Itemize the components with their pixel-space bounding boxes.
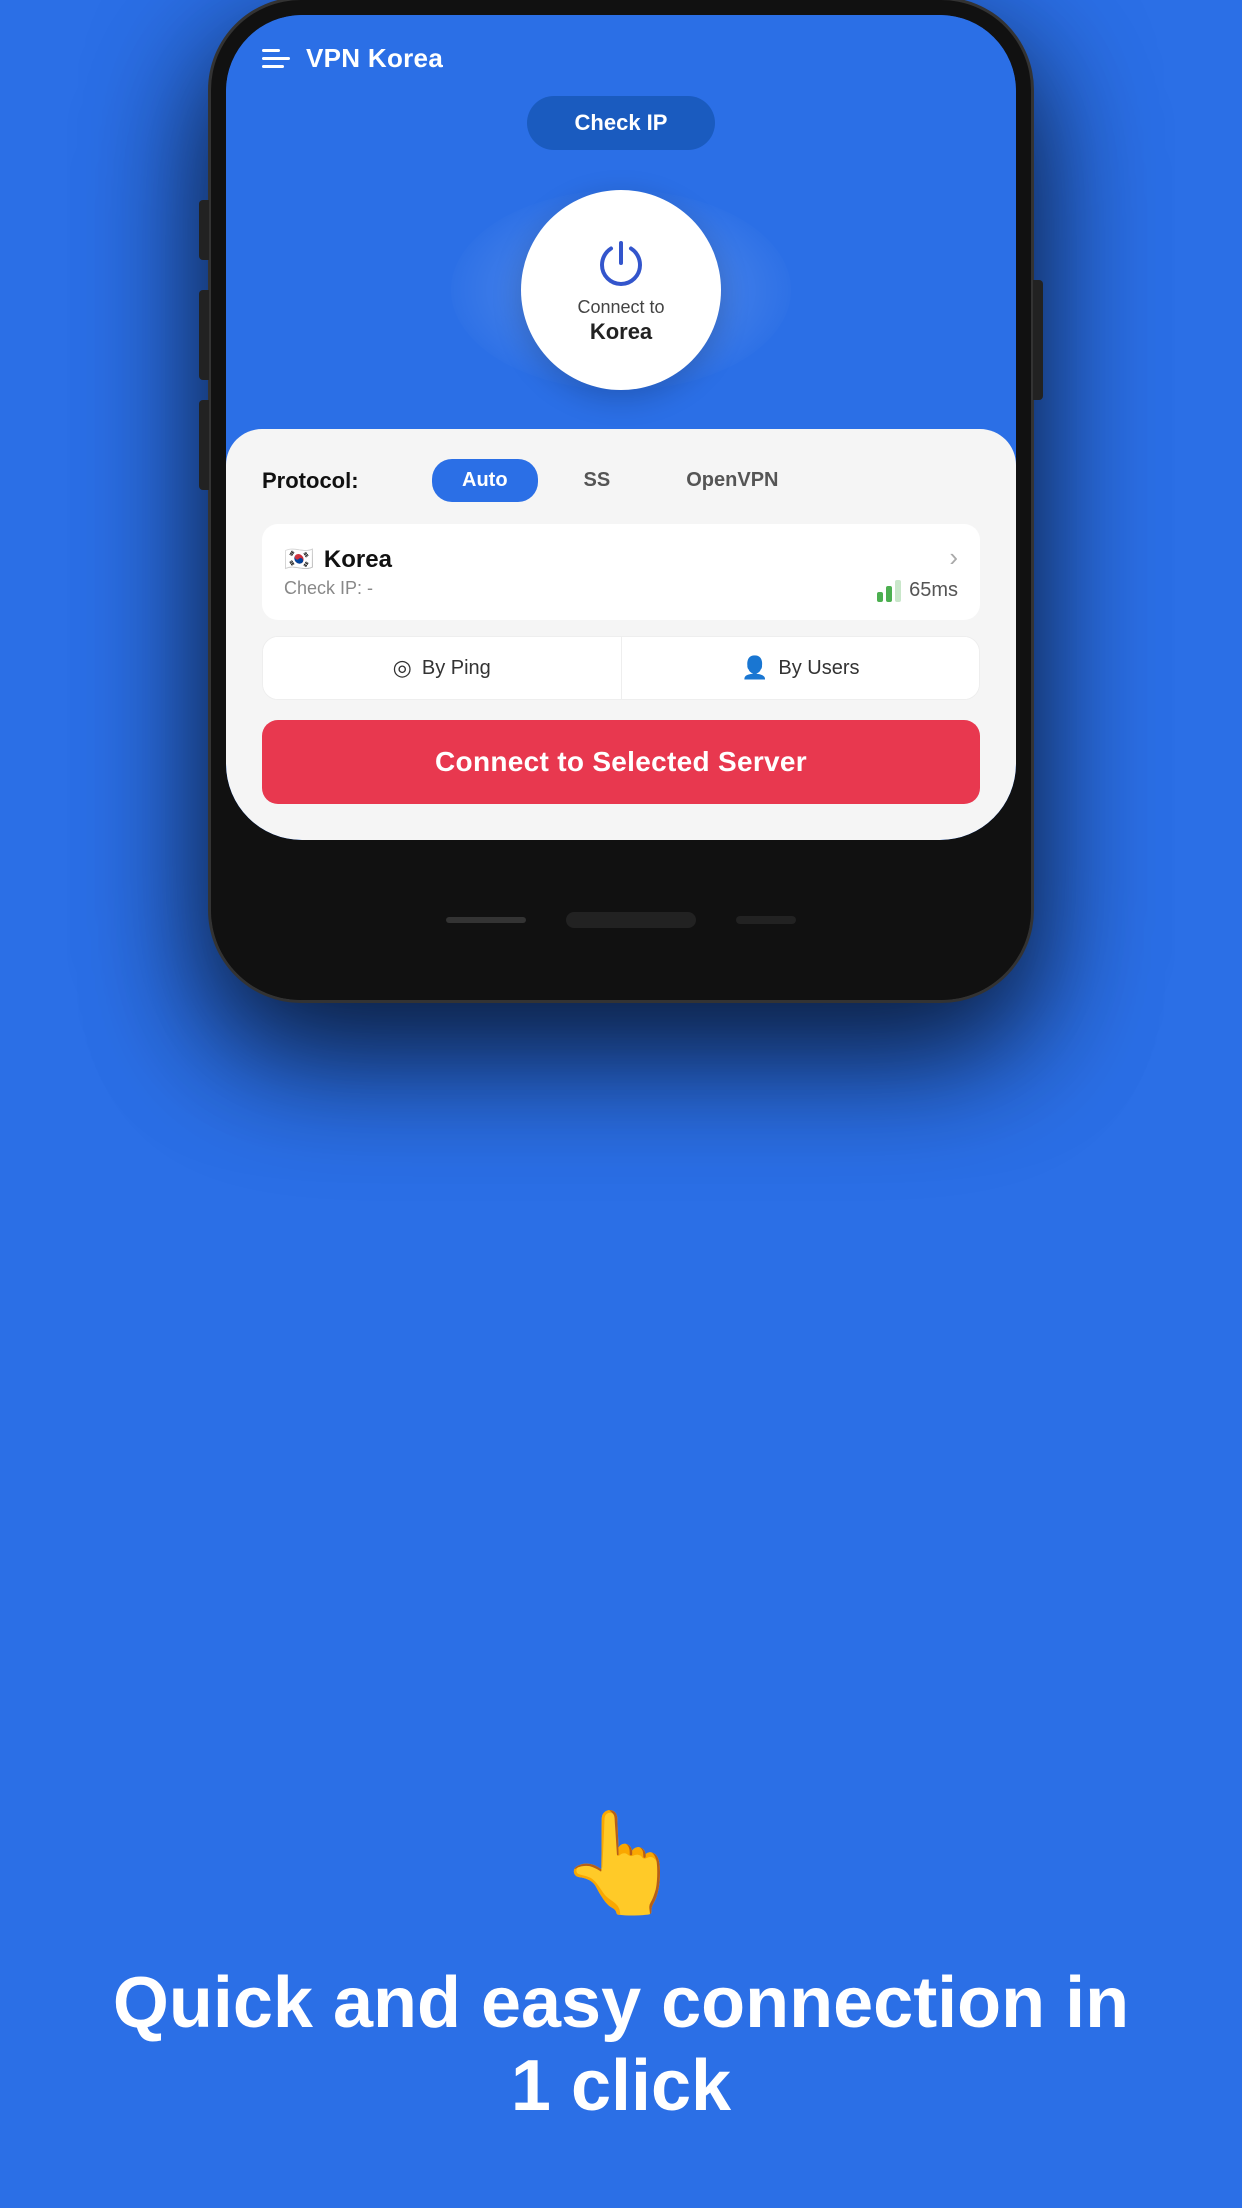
power-circle-button[interactable]: Connect to Korea	[521, 190, 721, 390]
phone-screen: VPN Korea Check IP Connect to Ko	[226, 15, 1016, 840]
chevron-right-icon: ›	[949, 542, 958, 573]
signal-bars-icon	[877, 580, 901, 602]
sort-by-users-label: By Users	[778, 657, 859, 680]
app-title: VPN Korea	[306, 43, 443, 74]
server-right: › 65ms	[877, 542, 958, 602]
screen-content: VPN Korea Check IP Connect to Ko	[226, 15, 1016, 840]
power-button-physical	[1033, 280, 1043, 400]
menu-icon[interactable]	[262, 49, 290, 68]
connect-to-label: Connect to	[577, 297, 664, 319]
protocol-auto-button[interactable]: Auto	[432, 459, 538, 502]
sort-row: ◎ By Ping 👤 By Users	[262, 636, 980, 700]
connect-country-label: Korea	[590, 319, 652, 345]
bar-3	[895, 580, 901, 602]
volume-down-button	[199, 400, 209, 490]
phone-connector	[736, 916, 796, 924]
check-ip-area: Check IP	[226, 84, 1016, 170]
power-area: Connect to Korea	[226, 170, 1016, 420]
menu-line-2	[262, 57, 290, 60]
sort-by-users-button[interactable]: 👤 By Users	[622, 637, 980, 699]
ping-text: 65ms	[909, 579, 958, 602]
volume-mute-button	[199, 200, 209, 260]
phone-shell: VPN Korea Check IP Connect to Ko	[211, 0, 1031, 1000]
bottom-panel: Protocol: Auto SS OpenVPN 🇰🇷 Korea	[226, 429, 1016, 840]
bar-2	[886, 586, 892, 602]
ping-sort-icon: ◎	[393, 655, 412, 681]
phone-bottom	[211, 840, 1031, 1000]
protocol-ss-button[interactable]: SS	[554, 459, 641, 502]
protocol-options: Auto SS OpenVPN	[432, 459, 808, 502]
protocol-row: Protocol: Auto SS OpenVPN	[262, 459, 980, 502]
bottom-section: 👆 Quick and easy connection in 1 click	[0, 1805, 1242, 2128]
pointing-hand-emoji: 👆	[559, 1805, 684, 1922]
protocol-openvpn-button[interactable]: OpenVPN	[656, 459, 808, 502]
power-icon	[593, 235, 649, 291]
phone-speaker	[566, 912, 696, 928]
menu-line-1	[262, 49, 280, 52]
sort-by-ping-label: By Ping	[422, 657, 491, 680]
sort-by-ping-button[interactable]: ◎ By Ping	[263, 637, 622, 699]
connect-selected-server-button[interactable]: Connect to Selected Server	[262, 720, 980, 804]
bar-1	[877, 592, 883, 602]
volume-up-button	[199, 290, 209, 380]
server-info: 🇰🇷 Korea Check IP: -	[284, 545, 392, 599]
server-row[interactable]: 🇰🇷 Korea Check IP: - ›	[262, 524, 980, 620]
tagline-text: Quick and easy connection in 1 click	[100, 1962, 1142, 2128]
menu-line-3	[262, 65, 284, 68]
top-bar: VPN Korea	[226, 15, 1016, 84]
users-sort-icon: 👤	[741, 655, 768, 681]
check-ip-button[interactable]: Check IP	[527, 96, 716, 150]
server-name: 🇰🇷 Korea	[284, 545, 392, 574]
protocol-label: Protocol:	[262, 468, 412, 494]
ping-info: 65ms	[877, 579, 958, 602]
flag-icon: 🇰🇷	[284, 545, 314, 574]
server-ip: Check IP: -	[284, 578, 392, 599]
server-name-text: Korea	[324, 546, 392, 574]
phone-wrapper: VPN Korea Check IP Connect to Ko	[211, 0, 1031, 1050]
home-bar	[446, 917, 526, 923]
